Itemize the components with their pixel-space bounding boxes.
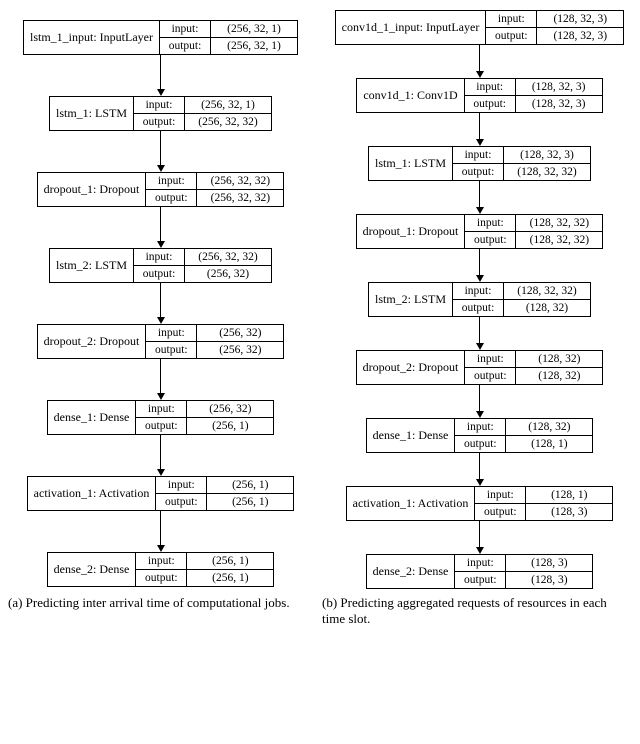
diagram-b: conv1d_1_input: InputLayer input:(128, 3…	[325, 10, 634, 589]
layer-block: lstm_2: LSTM input:(256, 32, 32) output:…	[49, 248, 272, 283]
arrow-icon	[157, 207, 165, 248]
io-value-input: (256, 32, 1)	[211, 21, 297, 37]
layer-block: lstm_1_input: InputLayer input:(256, 32,…	[23, 20, 298, 55]
layer-block: conv1d_1_input: InputLayer input:(128, 3…	[335, 10, 625, 45]
io-label-output: output:	[160, 38, 211, 54]
caption-a: (a) Predicting inter arrival time of com…	[6, 589, 320, 628]
arrow-icon	[476, 521, 484, 554]
layer-name: dropout_2: Dropout	[357, 351, 466, 384]
layer-block: dense_1: Dense input:(256, 32) output:(2…	[47, 400, 275, 435]
diagram-columns: lstm_1_input: InputLayer input:(256, 32,…	[6, 10, 634, 589]
layer-block: dropout_2: Dropout input:(256, 32) outpu…	[37, 324, 285, 359]
layer-block: lstm_2: LSTM input:(128, 32, 32) output:…	[368, 282, 591, 317]
layer-name: dropout_1: Dropout	[38, 173, 147, 206]
layer-name: dense_1: Dense	[367, 419, 456, 452]
arrow-icon	[476, 181, 484, 214]
arrow-icon	[476, 317, 484, 350]
arrow-icon	[157, 131, 165, 172]
layer-block: lstm_1: LSTM input:(128, 32, 3) output:(…	[368, 146, 591, 181]
arrow-icon	[157, 435, 165, 476]
layer-block: dropout_1: Dropout input:(256, 32, 32) o…	[37, 172, 285, 207]
layer-block: dropout_1: Dropout input:(128, 32, 32) o…	[356, 214, 604, 249]
arrow-icon	[476, 453, 484, 486]
layer-name: dense_2: Dense	[48, 553, 137, 586]
layer-name: lstm_2: LSTM	[50, 249, 134, 282]
layer-name: lstm_1: LSTM	[369, 147, 453, 180]
layer-block: dense_1: Dense input:(128, 32) output:(1…	[366, 418, 594, 453]
io-value-output: (256, 32, 1)	[211, 38, 297, 54]
arrow-icon	[476, 45, 484, 78]
layer-name: lstm_1: LSTM	[50, 97, 134, 130]
arrow-icon	[476, 249, 484, 282]
caption-b: (b) Predicting aggregated requests of re…	[320, 589, 634, 628]
layer-name: dense_1: Dense	[48, 401, 137, 434]
layer-name: lstm_1_input: InputLayer	[24, 21, 160, 54]
arrow-icon	[157, 359, 165, 400]
layer-block: conv1d_1: Conv1D input:(128, 32, 3) outp…	[356, 78, 602, 113]
layer-block: dense_2: Dense input:(128, 3) output:(12…	[366, 554, 594, 589]
layer-block: activation_1: Activation input:(128, 1) …	[346, 486, 614, 521]
layer-name: dropout_2: Dropout	[38, 325, 147, 358]
layer-block: lstm_1: LSTM input:(256, 32, 1) output:(…	[49, 96, 272, 131]
arrow-icon	[476, 385, 484, 418]
layer-block: activation_1: Activation input:(256, 1) …	[27, 476, 295, 511]
layer-block: dense_2: Dense input:(256, 1) output:(25…	[47, 552, 275, 587]
arrow-icon	[157, 55, 165, 96]
layer-name: lstm_2: LSTM	[369, 283, 453, 316]
layer-name: dense_2: Dense	[367, 555, 456, 588]
arrow-icon	[157, 283, 165, 324]
layer-name: conv1d_1_input: InputLayer	[336, 11, 487, 44]
layer-name: activation_1: Activation	[347, 487, 476, 520]
captions: (a) Predicting inter arrival time of com…	[6, 589, 634, 628]
layer-block: dropout_2: Dropout input:(128, 32) outpu…	[356, 350, 604, 385]
layer-name: dropout_1: Dropout	[357, 215, 466, 248]
diagram-a: lstm_1_input: InputLayer input:(256, 32,…	[6, 10, 315, 589]
layer-name: activation_1: Activation	[28, 477, 157, 510]
arrow-icon	[476, 113, 484, 146]
io-label-input: input:	[160, 21, 211, 37]
layer-name: conv1d_1: Conv1D	[357, 79, 464, 112]
arrow-icon	[157, 511, 165, 552]
